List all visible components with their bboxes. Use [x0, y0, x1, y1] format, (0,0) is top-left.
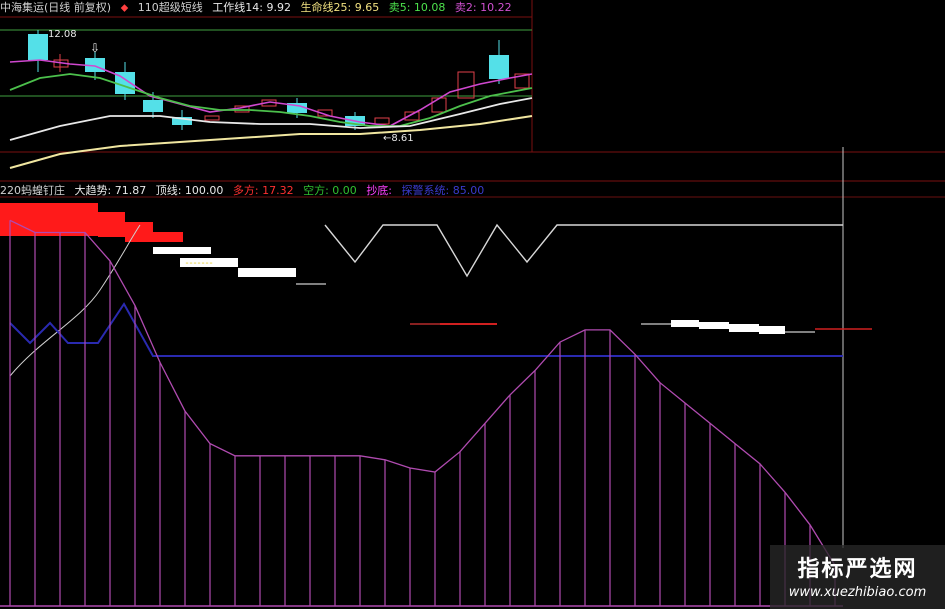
candle-body	[489, 55, 509, 79]
bear-bar	[671, 320, 699, 327]
down-arrow-icon: ⇩	[90, 41, 100, 55]
bear-bar	[729, 324, 759, 332]
top-line	[324, 223, 843, 278]
bear-bar	[759, 326, 785, 334]
candle-body	[457, 71, 475, 99]
chart-canvas: 12.08 ←8.61 ⇩ ⁃⁃⁃⁃⁃⁃⁃	[0, 0, 945, 607]
trend-envelope	[9, 219, 836, 566]
trend-curve	[9, 224, 141, 377]
candle-body	[431, 97, 447, 113]
low-price-label: ←8.61	[383, 133, 414, 144]
bear-bar	[699, 322, 729, 329]
bull-bars	[0, 203, 183, 242]
trend-histogram	[0, 220, 843, 607]
bear-bar	[153, 247, 211, 254]
watermark-title: 指标严选网	[797, 557, 918, 582]
bear-bar	[238, 268, 296, 277]
stock-chart-window: 中海集运(日线 前复权) ⬥ 110超级短线 工作线14: 9.92 生命线25…	[0, 0, 945, 609]
watermark: 指标严选网 www.xuezhibiao.com	[770, 545, 945, 609]
bull-bar	[0, 203, 98, 236]
bear-bars	[153, 247, 815, 334]
candle-body	[28, 34, 48, 60]
high-price-label: 12.08	[48, 29, 77, 40]
candle-body	[374, 117, 390, 125]
ma-white	[9, 97, 533, 141]
bull-bar	[125, 222, 153, 242]
candle-body	[204, 115, 220, 121]
bull-bar	[153, 232, 183, 242]
watermark-url: www.xuezhibiao.com	[788, 585, 927, 600]
candle-body	[143, 100, 163, 112]
bull-bar	[98, 212, 125, 237]
bear-label-text: ⁃⁃⁃⁃⁃⁃⁃	[185, 259, 213, 268]
